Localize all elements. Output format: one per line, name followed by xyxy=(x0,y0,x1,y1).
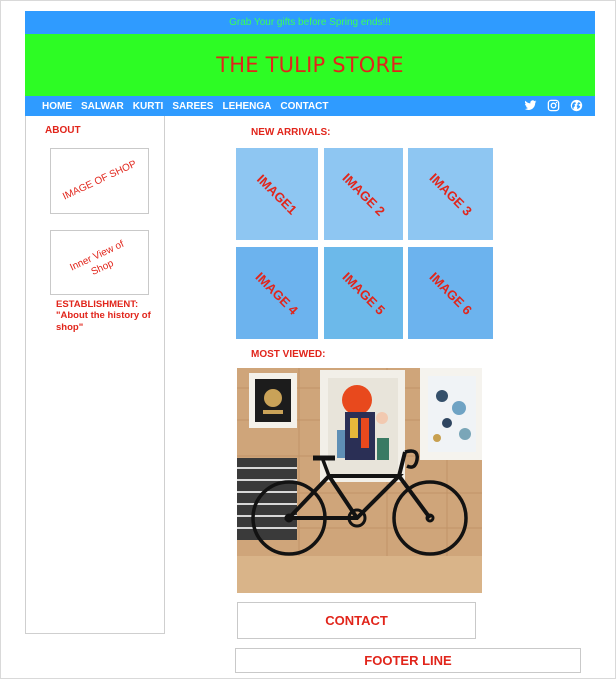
new-arrival-tile-6[interactable]: IMAGE 6 xyxy=(408,247,493,339)
new-arrival-tile-4[interactable]: IMAGE 4 xyxy=(236,247,318,339)
shop-image-label: IMAGE OF SHOP xyxy=(60,158,138,203)
most-viewed-photo[interactable] xyxy=(237,368,482,593)
inner-view-placeholder: Inner View of Shop xyxy=(50,230,149,295)
navigation-bar: HOME SALWAR KURTI SAREES LEHENGA CONTACT xyxy=(25,96,595,116)
instagram-icon[interactable] xyxy=(547,99,560,112)
footer: FOOTER LINE xyxy=(235,648,581,673)
new-arrivals-heading: NEW ARRIVALS: xyxy=(251,127,331,138)
establishment-text: ESTABLISHMENT: "About the history of sho… xyxy=(56,299,151,333)
nav-menu: HOME SALWAR KURTI SAREES LEHENGA CONTACT xyxy=(25,101,338,112)
store-header: THE TULIP STORE xyxy=(25,34,595,96)
contact-label: CONTACT xyxy=(325,613,388,628)
tile-label: IMAGE 4 xyxy=(252,268,302,318)
tile-label: IMAGE 2 xyxy=(339,169,388,219)
nav-item-sarees[interactable]: SAREES xyxy=(172,101,213,112)
sidebar: ABOUT IMAGE OF SHOP Inner View of Shop E… xyxy=(25,116,165,634)
new-arrival-tile-5[interactable]: IMAGE 5 xyxy=(324,247,403,339)
tile-label: IMAGE 6 xyxy=(426,268,475,318)
twitter-icon[interactable] xyxy=(524,99,537,112)
globe-icon[interactable] xyxy=(570,99,583,112)
contact-button[interactable]: CONTACT xyxy=(237,602,476,639)
nav-item-lehenga[interactable]: LEHENGA xyxy=(222,101,271,112)
social-icons xyxy=(524,99,583,112)
new-arrival-tile-3[interactable]: IMAGE 3 xyxy=(408,148,493,240)
about-heading[interactable]: ABOUT xyxy=(45,125,81,136)
announcement-bar: Grab Your gifts before Spring ends!!! xyxy=(25,11,595,34)
store-title: THE TULIP STORE xyxy=(216,53,404,77)
nav-item-kurti[interactable]: KURTI xyxy=(133,101,164,112)
tile-label: IMAGE1 xyxy=(254,171,300,217)
nav-item-salwar[interactable]: SALWAR xyxy=(81,101,124,112)
shop-image-placeholder: IMAGE OF SHOP xyxy=(50,148,149,214)
inner-view-label: Inner View of Shop xyxy=(67,238,126,278)
nav-item-contact[interactable]: CONTACT xyxy=(280,101,328,112)
new-arrival-tile-1[interactable]: IMAGE1 xyxy=(236,148,318,240)
nav-item-home[interactable]: HOME xyxy=(42,101,72,112)
tile-label: IMAGE 5 xyxy=(339,268,388,318)
footer-label: FOOTER LINE xyxy=(364,653,452,668)
announcement-text: Grab Your gifts before Spring ends!!! xyxy=(229,17,391,28)
tile-label: IMAGE 3 xyxy=(426,169,475,219)
new-arrival-tile-2[interactable]: IMAGE 2 xyxy=(324,148,403,240)
most-viewed-heading: MOST VIEWED: xyxy=(251,349,326,360)
